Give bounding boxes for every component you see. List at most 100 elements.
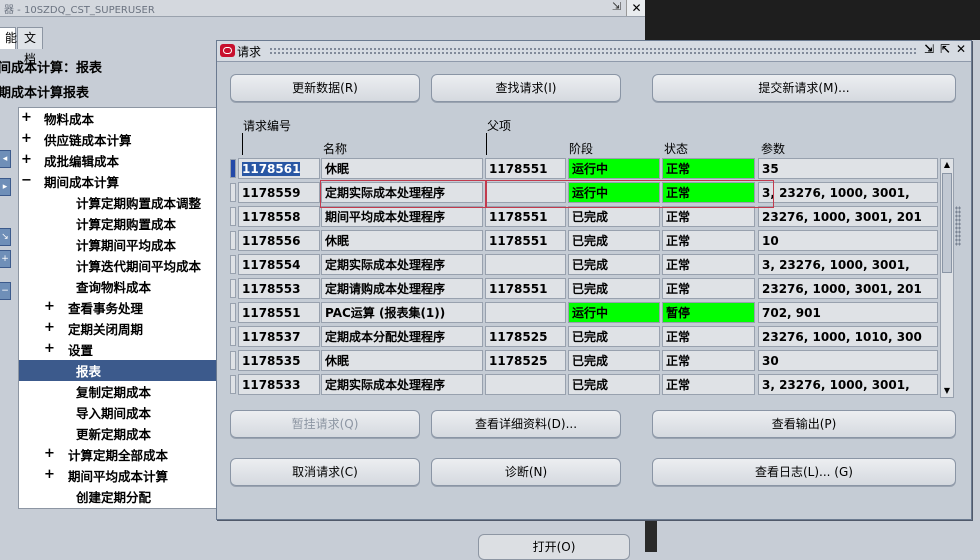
tree-expander-icon[interactable]: +: [44, 320, 55, 335]
cell-phase[interactable]: 已完成: [568, 326, 660, 347]
cell-request-id[interactable]: 1178537: [238, 326, 320, 347]
cell-status[interactable]: 正常: [662, 158, 755, 179]
tree-item[interactable]: 更新定期成本: [76, 425, 151, 445]
row-indicator[interactable]: [230, 303, 236, 322]
table-row[interactable]: 1178554 定期实际成本处理程序 已完成 正常 3, 23276, 1000, 30…: [230, 253, 940, 277]
tree-expander-icon[interactable]: +: [44, 467, 55, 482]
tab-documents[interactable]: 文档: [17, 27, 44, 66]
scroll-thumb[interactable]: [942, 173, 952, 273]
tree-item[interactable]: 期间平均成本计算: [68, 467, 168, 487]
tree-item[interactable]: 计算期间平均成本: [76, 236, 176, 256]
cell-request-id[interactable]: 1178553: [238, 278, 320, 299]
table-row[interactable]: 1178558 期间平均成本处理程序 1178551 已完成 正常 23276, 1000…: [230, 205, 940, 229]
cell-params[interactable]: 23276, 1000, 3001, 201: [758, 278, 938, 299]
row-indicator[interactable]: [230, 327, 236, 346]
refresh-data-button[interactable]: 更新数据(R): [230, 74, 420, 102]
cell-status[interactable]: 正常: [662, 350, 755, 371]
tree-expander-icon[interactable]: +: [21, 110, 32, 125]
tree-expander-icon[interactable]: +: [21, 131, 32, 146]
tree-item[interactable]: 复制定期成本: [76, 383, 151, 403]
navigator-close-icon[interactable]: ✕: [626, 0, 646, 16]
maximize-icon[interactable]: ⇱: [938, 42, 952, 56]
resize-grip[interactable]: [955, 206, 961, 246]
cell-name[interactable]: 休眠: [321, 350, 483, 371]
cell-request-id[interactable]: 1178551: [238, 302, 320, 323]
collapse-icon[interactable]: −: [0, 282, 11, 300]
arrow-right-icon[interactable]: ▸: [0, 178, 11, 196]
cell-parent[interactable]: 1178551: [485, 158, 566, 179]
tree-item[interactable]: 计算定期购置成本: [76, 215, 176, 235]
cell-request-id[interactable]: 1178559: [238, 182, 320, 203]
cell-params[interactable]: 10: [758, 230, 938, 251]
cell-params[interactable]: 3, 23276, 1000, 3001,: [758, 182, 938, 203]
view-log-button[interactable]: 查看日志(L)... (G): [652, 458, 956, 486]
cell-parent[interactable]: 1178551: [485, 278, 566, 299]
table-row[interactable]: 1178556 休眠 1178551 已完成 正常 10: [230, 229, 940, 253]
diagnostics-button[interactable]: 诊断(N): [431, 458, 621, 486]
cell-parent[interactable]: [485, 374, 566, 395]
cell-parent[interactable]: [485, 302, 566, 323]
tree-item[interactable]: 成批编辑成本: [44, 152, 119, 172]
cell-status[interactable]: 正常: [662, 206, 755, 227]
row-indicator[interactable]: [230, 159, 236, 178]
tab-functions[interactable]: 能: [0, 27, 17, 49]
cell-parent[interactable]: 1178525: [485, 350, 566, 371]
table-row[interactable]: 1178561 休眠 1178551 运行中 正常 35: [230, 157, 940, 181]
cell-params[interactable]: 23276, 1000, 3001, 201: [758, 206, 938, 227]
cell-name[interactable]: 定期成本分配处理程序: [321, 326, 483, 347]
cell-request-id[interactable]: 1178533: [238, 374, 320, 395]
submit-new-request-button[interactable]: 提交新请求(M)...: [652, 74, 956, 102]
cell-request-id[interactable]: 1178558: [238, 206, 320, 227]
tree-expander-icon[interactable]: +: [21, 152, 32, 167]
cell-name[interactable]: 定期请购成本处理程序: [321, 278, 483, 299]
tree-expander-icon[interactable]: −: [21, 173, 32, 188]
arrow-left-icon[interactable]: ◂: [0, 150, 11, 168]
cell-phase[interactable]: 已完成: [568, 206, 660, 227]
cell-phase[interactable]: 运行中: [568, 302, 660, 323]
cell-status[interactable]: 正常: [662, 278, 755, 299]
cancel-request-button[interactable]: 取消请求(C): [230, 458, 420, 486]
scroll-down-icon[interactable]: ▼: [941, 385, 953, 397]
tree-item[interactable]: 计算定期全部成本: [68, 446, 168, 466]
cell-request-id[interactable]: 1178554: [238, 254, 320, 275]
cell-status[interactable]: 正常: [662, 254, 755, 275]
cell-parent[interactable]: 1178525: [485, 326, 566, 347]
tree-item[interactable]: 查询物料成本: [76, 278, 151, 298]
cell-request-id[interactable]: 1178561: [238, 158, 320, 179]
cell-request-id[interactable]: 1178535: [238, 350, 320, 371]
cell-name[interactable]: 休眠: [321, 158, 483, 179]
tree-expander-icon[interactable]: +: [44, 299, 55, 314]
row-indicator[interactable]: [230, 255, 236, 274]
tree-item[interactable]: 导入期间成本: [76, 404, 151, 424]
view-details-button[interactable]: 查看详细资料(D)...: [431, 410, 621, 438]
expand-icon[interactable]: ↘: [0, 228, 11, 246]
cell-phase[interactable]: 已完成: [568, 230, 660, 251]
tree-item[interactable]: 定期关闭周期: [68, 320, 143, 340]
open-button[interactable]: 打开(O): [478, 534, 630, 560]
tree-expander-icon[interactable]: +: [44, 341, 55, 356]
table-row[interactable]: 1178537 定期成本分配处理程序 1178525 已完成 正常 23276, 1000…: [230, 325, 940, 349]
cell-params[interactable]: 3, 23276, 1000, 3001,: [758, 374, 938, 395]
cell-parent[interactable]: 1178551: [485, 230, 566, 251]
tree-item[interactable]: 设置: [68, 341, 93, 361]
function-tree[interactable]: + 物料成本 + 供应链成本计算 + 成批编辑成本 − 期间成本计算 计算定期购置成本调整 计算定…: [18, 107, 220, 509]
row-indicator[interactable]: [230, 375, 236, 394]
tree-item[interactable]: 物料成本: [44, 110, 94, 130]
cell-parent[interactable]: [485, 254, 566, 275]
row-indicator[interactable]: [230, 231, 236, 250]
table-scrollbar[interactable]: ▲ ▼: [940, 158, 954, 398]
hold-request-button[interactable]: 暂挂请求(Q): [230, 410, 420, 438]
cell-phase[interactable]: 已完成: [568, 350, 660, 371]
minimize-icon[interactable]: ⇲: [612, 0, 621, 13]
cell-phase[interactable]: 已完成: [568, 278, 660, 299]
tree-item[interactable]: 供应链成本计算: [44, 131, 132, 151]
cell-name[interactable]: 休眠: [321, 230, 483, 251]
table-row[interactable]: 1178533 定期实际成本处理程序 已完成 正常 3, 23276, 1000, 30…: [230, 373, 940, 397]
cell-name[interactable]: 期间平均成本处理程序: [321, 206, 483, 227]
cell-name[interactable]: 定期实际成本处理程序: [321, 254, 483, 275]
tree-item[interactable]: 计算迭代期间平均成本: [76, 257, 201, 277]
cell-phase[interactable]: 已完成: [568, 254, 660, 275]
cell-params[interactable]: 30: [758, 350, 938, 371]
cell-params[interactable]: 702, 901: [758, 302, 938, 323]
tree-item[interactable]: 报表: [76, 362, 101, 382]
